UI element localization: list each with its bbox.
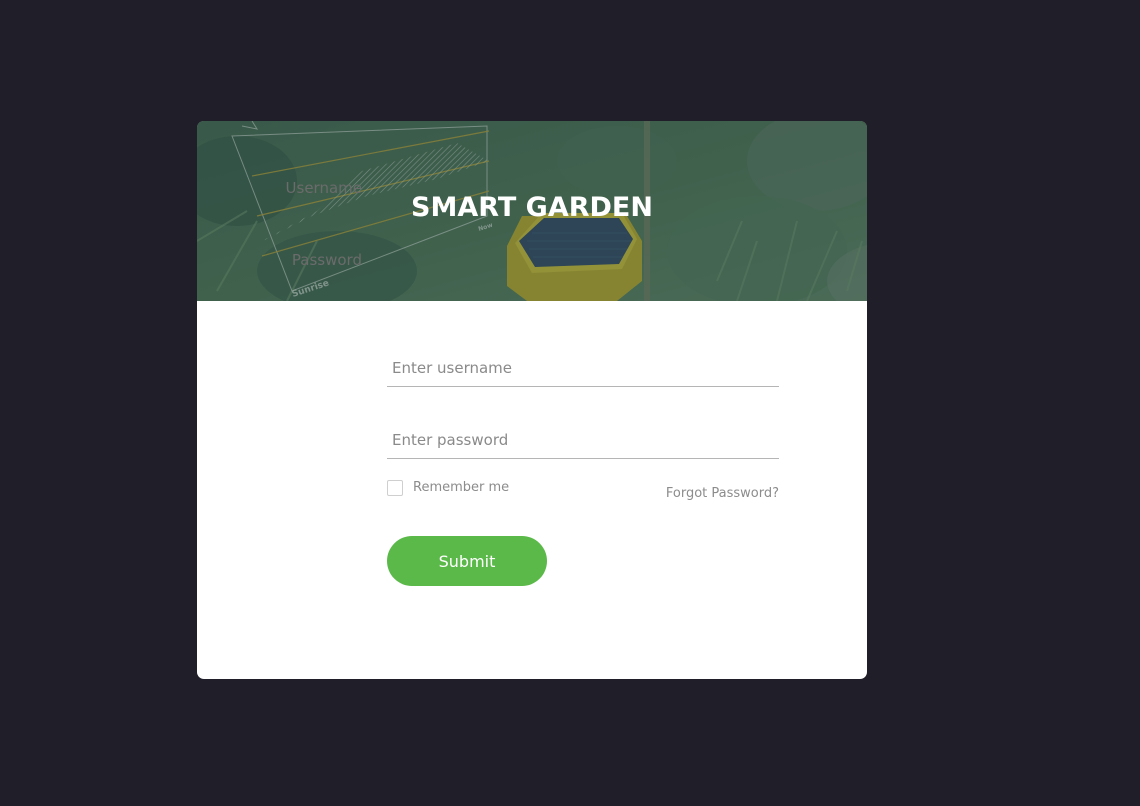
login-card: Sunrise Now SMART GARDEN Username Passwo — [197, 121, 867, 679]
forgot-password-link[interactable]: Forgot Password? — [666, 486, 779, 502]
username-input[interactable] — [387, 349, 779, 387]
remember-me-checkbox[interactable] — [387, 480, 403, 496]
username-label: Username — [285, 179, 362, 197]
password-input[interactable] — [387, 421, 779, 459]
remember-me-label: Remember me — [413, 480, 510, 495]
login-form: Username Password — [197, 121, 867, 679]
password-label: Password — [291, 251, 362, 269]
submit-button[interactable]: Submit — [387, 536, 547, 586]
